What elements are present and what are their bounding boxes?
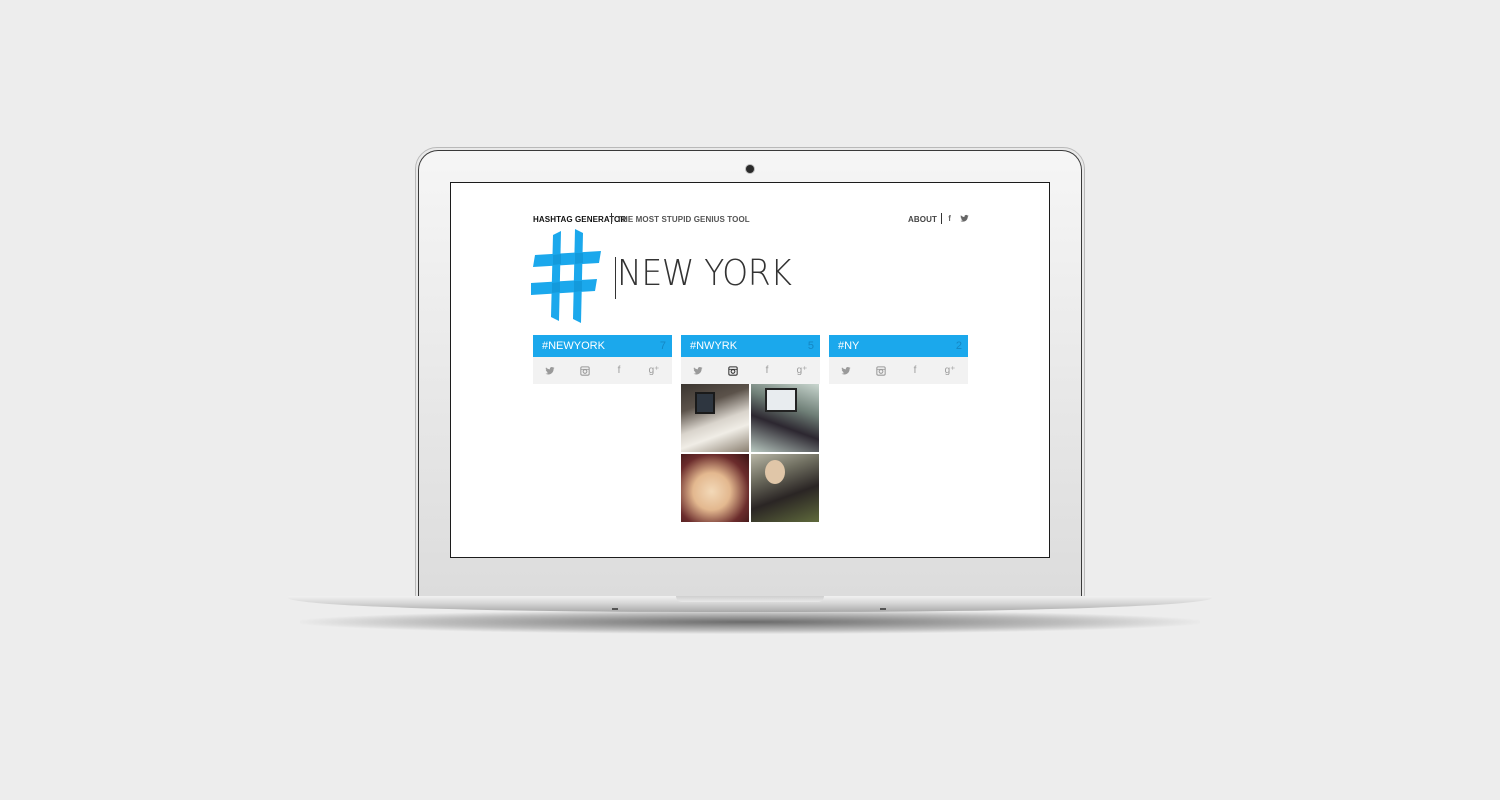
google-plus-icon[interactable]: g⁺ bbox=[943, 366, 957, 376]
nav-divider bbox=[941, 213, 942, 224]
result-column-nwyrk: #NWYRK 5 f g⁺ bbox=[681, 335, 820, 522]
result-count: 5 bbox=[807, 340, 814, 352]
hashtag-label: #NEWYORK bbox=[542, 340, 605, 352]
column-header[interactable]: #NEWYORK 7 bbox=[533, 335, 672, 357]
facebook-icon[interactable]: f bbox=[762, 366, 772, 376]
result-column-ny: #NY 2 f g⁺ bbox=[829, 335, 968, 384]
instagram-icon[interactable] bbox=[728, 366, 738, 376]
column-header[interactable]: #NWYRK 5 bbox=[681, 335, 820, 357]
twitter-icon[interactable] bbox=[841, 366, 851, 376]
about-link[interactable]: ABOUT bbox=[908, 215, 937, 224]
laptop-screen: HASHTAG GENERATOR THE MOST STUPID GENIUS… bbox=[450, 182, 1050, 558]
instagram-photo[interactable] bbox=[751, 384, 819, 452]
top-bar: HASHTAG GENERATOR THE MOST STUPID GENIUS… bbox=[533, 213, 969, 227]
camera-icon bbox=[746, 165, 754, 173]
twitter-icon[interactable] bbox=[545, 366, 555, 376]
brand-name[interactable]: HASHTAG GENERATOR bbox=[533, 215, 626, 224]
instagram-photo[interactable] bbox=[681, 384, 749, 452]
laptop-shadow bbox=[300, 610, 1200, 634]
facebook-icon[interactable]: f bbox=[910, 366, 920, 376]
hashtag-label: #NWYRK bbox=[690, 340, 738, 352]
google-plus-icon[interactable]: g⁺ bbox=[795, 366, 809, 376]
photo-grid bbox=[681, 384, 820, 523]
source-icon-bar: f g⁺ bbox=[533, 357, 672, 384]
facebook-icon[interactable]: f bbox=[614, 366, 624, 376]
text-cursor bbox=[615, 257, 616, 299]
result-count: 7 bbox=[659, 340, 666, 352]
source-icon-bar: f g⁺ bbox=[829, 357, 968, 384]
google-plus-icon[interactable]: g⁺ bbox=[647, 366, 661, 376]
laptop-foot bbox=[880, 608, 886, 610]
hashtag-search-input[interactable]: NEW YORK bbox=[617, 253, 792, 294]
instagram-photo[interactable] bbox=[681, 454, 749, 522]
laptop-notch bbox=[676, 596, 824, 602]
instagram-icon[interactable] bbox=[876, 366, 886, 376]
brand-divider bbox=[611, 213, 612, 224]
instagram-icon[interactable] bbox=[580, 366, 590, 376]
result-count: 2 bbox=[955, 340, 962, 352]
hashtag-logo-icon bbox=[531, 229, 603, 325]
twitter-icon[interactable] bbox=[693, 366, 703, 376]
result-column-newyork: #NEWYORK 7 f g⁺ bbox=[533, 335, 672, 384]
column-header[interactable]: #NY 2 bbox=[829, 335, 968, 357]
tagline: THE MOST STUPID GENIUS TOOL bbox=[617, 215, 750, 224]
twitter-icon[interactable] bbox=[960, 214, 969, 223]
facebook-icon[interactable]: f bbox=[948, 214, 951, 223]
laptop-foot bbox=[612, 608, 618, 610]
source-icon-bar: f g⁺ bbox=[681, 357, 820, 384]
instagram-photo[interactable] bbox=[751, 454, 819, 522]
hashtag-label: #NY bbox=[838, 340, 860, 352]
